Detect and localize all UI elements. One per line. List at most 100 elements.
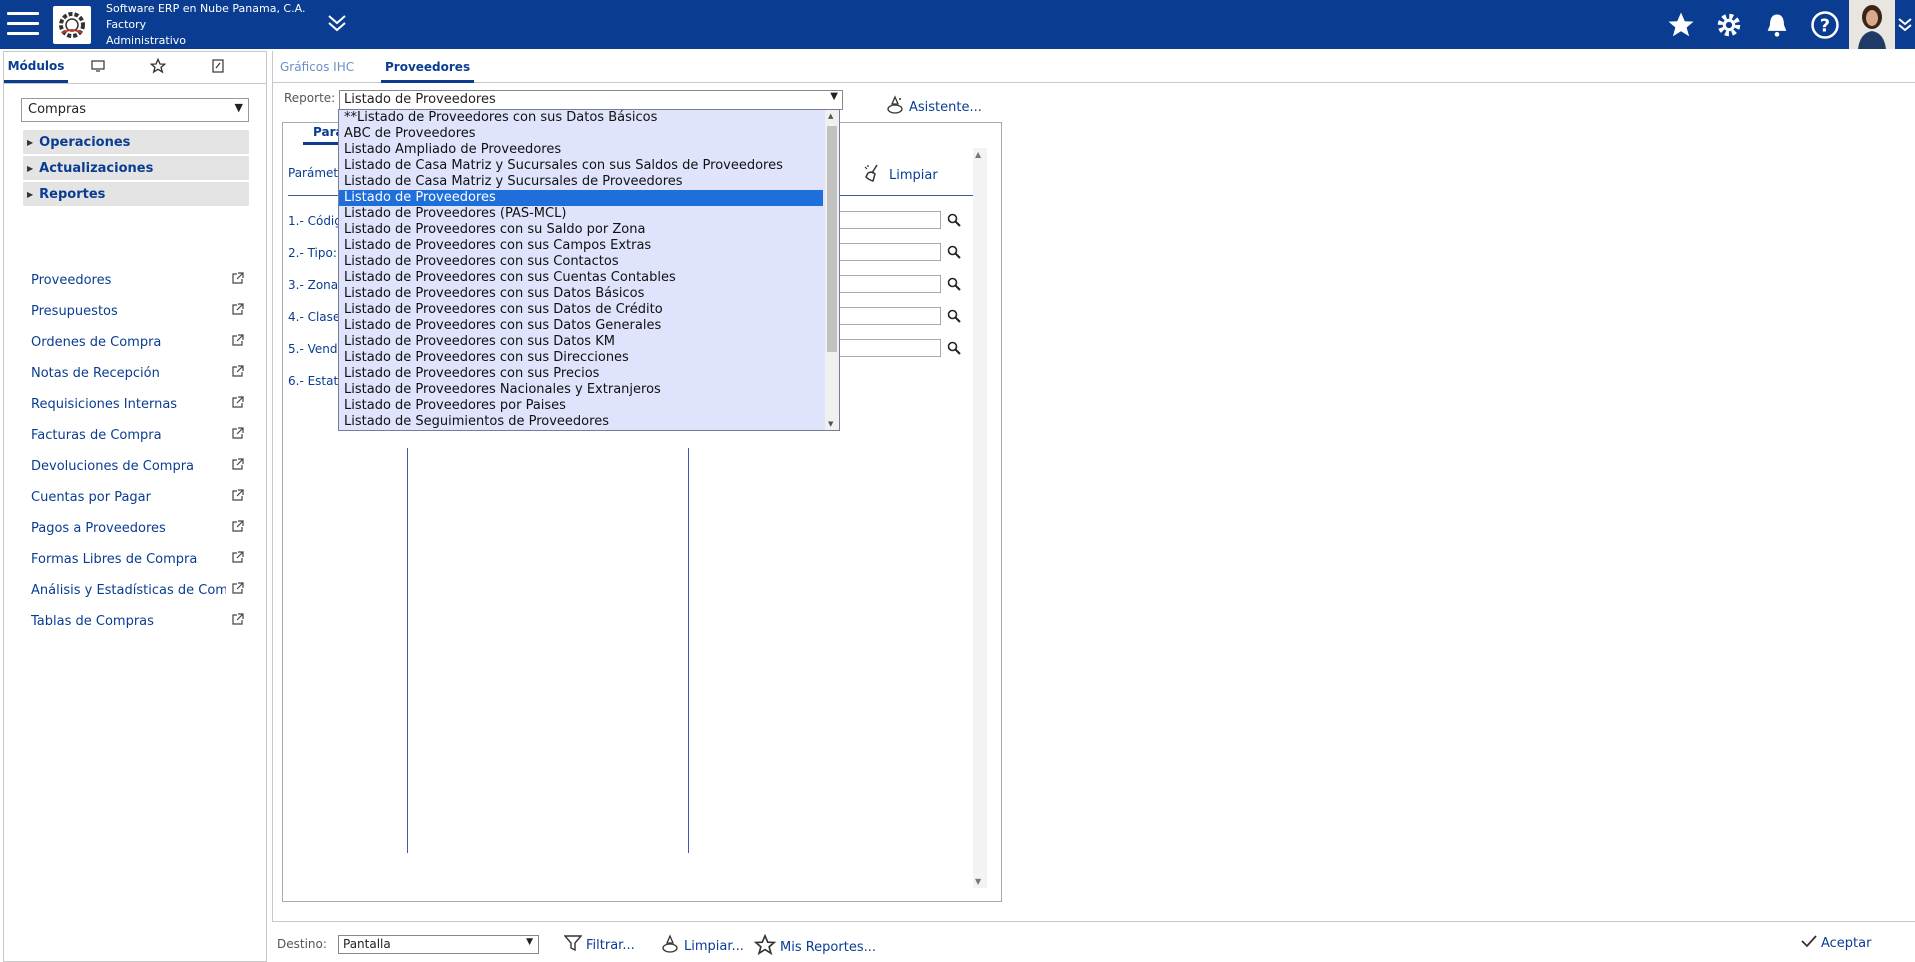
search-icon[interactable]: [947, 245, 961, 263]
search-icon[interactable]: [947, 277, 961, 295]
sidebar-item[interactable]: Órdenes de Compra: [23, 327, 249, 358]
dropdown-option[interactable]: Listado de Proveedores Nacionales y Extr…: [339, 382, 839, 398]
sidebar-item[interactable]: Presupuestos: [23, 296, 249, 327]
section-label: Reportes: [39, 186, 106, 202]
sidebar-item[interactable]: Tablas de Compras: [23, 606, 249, 637]
scroll-up-icon[interactable]: ▲: [975, 150, 981, 159]
sidebar-item[interactable]: Análisis y Estadísticas de Compras: [23, 575, 249, 606]
user-menu-chevron-icon[interactable]: [1895, 0, 1915, 49]
external-link-icon[interactable]: [231, 334, 244, 351]
external-link-icon[interactable]: [231, 613, 244, 630]
external-link-icon[interactable]: [231, 427, 244, 444]
reporte-dropdown-list[interactable]: **Listado de Proveedores con sus Datos B…: [338, 109, 840, 431]
external-link-icon[interactable]: [231, 582, 244, 599]
limpiar-button[interactable]: Limpiar: [863, 163, 938, 187]
limpiar-bottom-button[interactable]: Limpiar...: [660, 934, 744, 958]
dropdown-option-selected[interactable]: Listado de Proveedores: [339, 190, 823, 206]
module-select[interactable]: Compras ▼: [21, 98, 249, 122]
user-avatar[interactable]: [1849, 0, 1895, 49]
sidebar-item[interactable]: Pagos a Proveedores: [23, 513, 249, 544]
dropdown-option[interactable]: Listado de Proveedores con sus Datos Gen…: [339, 318, 839, 334]
filtrar-button[interactable]: Filtrar...: [563, 934, 635, 956]
dropdown-option[interactable]: Listado de Proveedores con sus Direccion…: [339, 350, 839, 366]
dropdown-option[interactable]: Listado de Proveedores (PAS-MCL): [339, 206, 839, 222]
tab-favorites[interactable]: [128, 52, 188, 83]
aceptar-button[interactable]: Aceptar: [1801, 934, 1871, 952]
dropdown-option[interactable]: Listado Ampliado de Proveedores: [339, 142, 839, 158]
external-link-icon[interactable]: [231, 272, 244, 289]
favorites-star-icon[interactable]: [1657, 0, 1705, 49]
tipo-input[interactable]: [839, 243, 941, 261]
asistente-button[interactable]: Asistente...: [885, 95, 982, 119]
search-icon[interactable]: [947, 341, 961, 359]
panel-scrollbar[interactable]: ▲ ▼: [973, 148, 987, 888]
dropdown-option[interactable]: Listado de Proveedores por Paises: [339, 398, 839, 414]
dropdown-option[interactable]: Listado de Proveedores con sus Datos KM: [339, 334, 839, 350]
clase-input[interactable]: [839, 307, 941, 325]
tab-notes[interactable]: [188, 52, 248, 83]
notifications-bell-icon[interactable]: [1753, 0, 1801, 49]
dropdown-option[interactable]: Listado de Proveedores con sus Cuentas C…: [339, 270, 839, 286]
sidebar-item[interactable]: Notas de Recepción: [23, 358, 249, 389]
tab-graficos-ihc[interactable]: Gráficos IHC: [280, 57, 354, 83]
tab-proveedores[interactable]: Proveedores: [381, 57, 475, 83]
double-chevron-down-icon[interactable]: [326, 12, 348, 38]
dropdown-option[interactable]: Listado de Proveedores con sus Campos Ex…: [339, 238, 839, 254]
note-icon: [212, 59, 224, 76]
external-link-icon[interactable]: [231, 458, 244, 475]
triangle-right-icon: ▶: [27, 163, 34, 173]
codigo-input[interactable]: [839, 211, 941, 229]
help-icon[interactable]: ?: [1801, 0, 1849, 49]
aceptar-label: Aceptar: [1821, 935, 1872, 951]
reporte-select[interactable]: Listado de Proveedores ▼: [339, 90, 843, 110]
dropdown-option[interactable]: Listado de Seguimientos de Proveedores: [339, 414, 839, 430]
section-operaciones[interactable]: ▶ Operaciones: [23, 130, 249, 156]
dropdown-option[interactable]: Listado de Proveedores con sus Contactos: [339, 254, 839, 270]
sidebar-item-label: Cuentas por Pagar: [31, 490, 151, 505]
external-link-icon[interactable]: [231, 303, 244, 320]
scrollbar-thumb[interactable]: [827, 126, 837, 352]
external-link-icon[interactable]: [231, 396, 244, 413]
external-link-icon[interactable]: [231, 489, 244, 506]
hamburger-menu-icon[interactable]: [7, 12, 39, 38]
vendedor-input[interactable]: [839, 339, 941, 357]
dropdown-option[interactable]: Listado de Proveedores con sus Precios: [339, 366, 839, 382]
search-icon[interactable]: [947, 213, 961, 231]
dropdown-option[interactable]: Listado de Proveedores con sus Datos de …: [339, 302, 839, 318]
section-actualizaciones[interactable]: ▶ Actualizaciones: [23, 156, 249, 182]
scroll-down-icon[interactable]: ▼: [975, 877, 981, 886]
dropdown-option[interactable]: **Listado de Proveedores con sus Datos B…: [339, 110, 839, 126]
dropdown-option[interactable]: Listado de Casa Matriz y Sucursales con …: [339, 158, 839, 174]
external-link-icon[interactable]: [231, 551, 244, 568]
tab-modulos[interactable]: Módulos: [4, 52, 68, 83]
dropdown-option[interactable]: Listado de Casa Matriz y Sucursales de P…: [339, 174, 839, 190]
select-arrow-icon: ▼: [526, 937, 533, 947]
section-label: Actualizaciones: [39, 160, 154, 176]
dropdown-option[interactable]: Listado de Proveedores con sus Datos Bás…: [339, 286, 839, 302]
dropdown-scrollbar[interactable]: ▲ ▼: [825, 110, 839, 430]
search-icon[interactable]: [947, 309, 961, 327]
external-link-icon[interactable]: [231, 520, 244, 537]
sidebar-item[interactable]: Facturas de Compra: [23, 420, 249, 451]
dropdown-option[interactable]: Listado de Proveedores con su Saldo por …: [339, 222, 839, 238]
company-name: Software ERP en Nube Panama, C.A.: [106, 2, 306, 15]
scroll-down-icon[interactable]: ▼: [828, 420, 833, 428]
section-reportes[interactable]: ▶ Reportes: [23, 182, 249, 208]
mis-reportes-button[interactable]: Mis Reportes...: [753, 933, 876, 960]
external-link-icon[interactable]: [231, 365, 244, 382]
sidebar-item[interactable]: Proveedores: [23, 265, 249, 296]
settings-gear-icon[interactable]: [1705, 0, 1753, 49]
select-arrow-icon: ▼: [234, 101, 243, 114]
sidebar-item-label: Pagos a Proveedores: [31, 521, 166, 536]
dropdown-option[interactable]: ABC de Proveedores: [339, 126, 839, 142]
zona-input[interactable]: [839, 275, 941, 293]
sidebar-item-label: Formas Libres de Compra: [31, 552, 198, 567]
sidebar-item[interactable]: Requisiciones Internas: [23, 389, 249, 420]
sidebar-item[interactable]: Formas Libres de Compra: [23, 544, 249, 575]
reporte-label: Reporte:: [284, 91, 336, 105]
destino-select[interactable]: Pantalla ▼: [338, 935, 539, 954]
tab-monitor[interactable]: [68, 52, 128, 83]
scroll-up-icon[interactable]: ▲: [828, 112, 833, 120]
sidebar-item[interactable]: Cuentas por Pagar: [23, 482, 249, 513]
sidebar-item[interactable]: Devoluciones de Compra: [23, 451, 249, 482]
